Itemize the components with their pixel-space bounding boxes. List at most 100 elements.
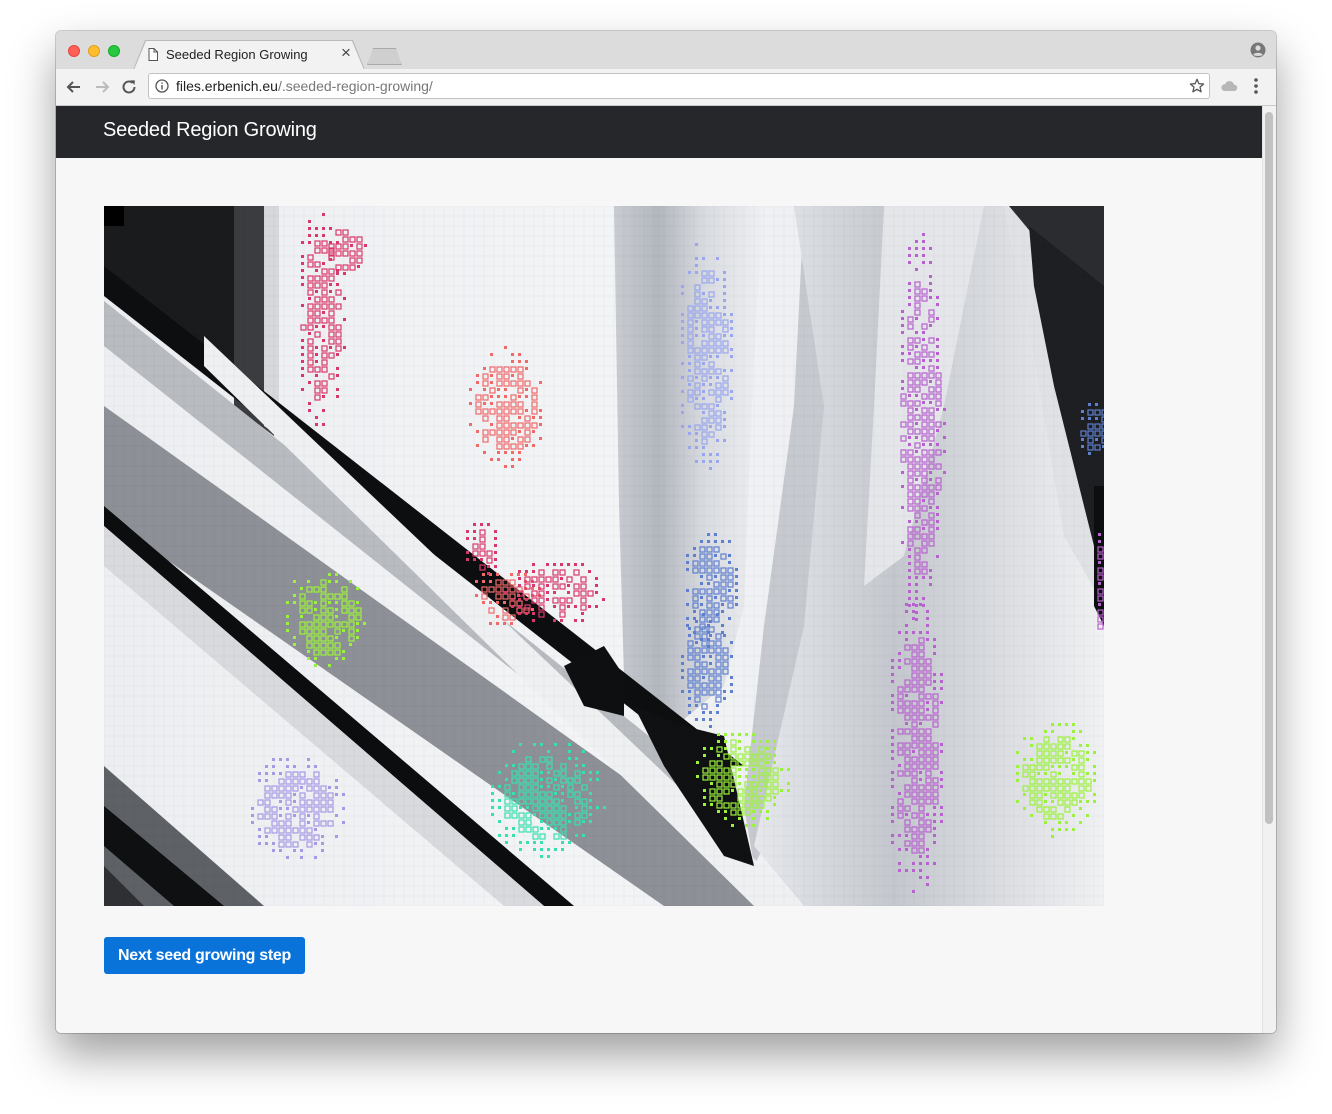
region-pixel bbox=[730, 355, 733, 358]
region-pixel bbox=[505, 834, 508, 837]
region-pixel bbox=[533, 813, 536, 816]
region-pixel bbox=[518, 612, 521, 615]
region-pixel bbox=[533, 848, 536, 851]
region-pixel bbox=[1088, 452, 1091, 455]
region-pixel bbox=[693, 547, 696, 550]
region-pixel bbox=[301, 241, 304, 244]
region-pixel bbox=[919, 771, 922, 774]
region-pixel bbox=[908, 394, 911, 397]
close-window-button[interactable] bbox=[68, 45, 80, 57]
region-pixel bbox=[688, 634, 691, 637]
region-pixel bbox=[518, 570, 521, 573]
region-pixel bbox=[532, 619, 535, 622]
region-pixel bbox=[1051, 835, 1054, 838]
region-pixel bbox=[315, 374, 318, 377]
region-pixel bbox=[518, 395, 521, 398]
kebab-menu-icon[interactable] bbox=[1253, 77, 1259, 95]
region-pixel bbox=[700, 540, 703, 543]
region-pixel bbox=[936, 555, 939, 558]
profile-icon[interactable] bbox=[1250, 42, 1266, 58]
next-seed-step-button[interactable]: Next seed growing step bbox=[104, 937, 305, 974]
region-pixel bbox=[1016, 751, 1019, 754]
region-pixel bbox=[723, 334, 726, 337]
tab-close-icon[interactable]: × bbox=[341, 44, 351, 61]
region-pixel bbox=[314, 601, 317, 604]
region-pixel bbox=[469, 388, 472, 391]
region-pixel bbox=[473, 537, 476, 540]
region-pixel bbox=[505, 764, 508, 767]
region-pixel bbox=[693, 617, 696, 620]
region-pixel bbox=[315, 423, 318, 426]
region-pixel bbox=[735, 568, 738, 571]
region-pixel bbox=[307, 821, 310, 824]
region-pixel bbox=[567, 591, 570, 594]
region-pixel bbox=[329, 258, 332, 261]
navbar-brand[interactable]: Seeded Region Growing bbox=[103, 119, 317, 142]
region-pixel bbox=[915, 317, 918, 320]
region-pixel bbox=[936, 513, 939, 516]
region-pixel bbox=[731, 733, 734, 736]
region-pixel bbox=[717, 754, 720, 757]
region-pixel bbox=[929, 506, 932, 509]
region-pixel bbox=[1072, 723, 1075, 726]
region-pixel bbox=[1058, 772, 1061, 775]
address-bar[interactable]: files.erbenich.eu/.seeded-region-growing… bbox=[148, 73, 1210, 99]
region-pixel bbox=[929, 261, 932, 264]
scrollbar-thumb[interactable] bbox=[1265, 112, 1273, 824]
region-pixel bbox=[258, 835, 261, 838]
region-pixel bbox=[343, 297, 346, 300]
region-pixel bbox=[1072, 828, 1075, 831]
region-pixel bbox=[356, 622, 359, 625]
region-pixel bbox=[724, 740, 727, 743]
region-pixel bbox=[702, 383, 705, 386]
region-pixel bbox=[730, 369, 733, 372]
region-pixel bbox=[787, 789, 790, 792]
forward-arrow-icon[interactable] bbox=[92, 77, 112, 97]
minimize-window-button[interactable] bbox=[88, 45, 100, 57]
region-pixel bbox=[1088, 403, 1091, 406]
region-pixel bbox=[724, 733, 727, 736]
region-pixel bbox=[525, 444, 528, 447]
back-arrow-icon[interactable] bbox=[64, 77, 84, 97]
region-pixel bbox=[525, 409, 528, 412]
region-pixel bbox=[314, 828, 317, 831]
region-pixel bbox=[473, 530, 476, 533]
url-host: files.erbenich.eu bbox=[176, 78, 278, 94]
region-pixel bbox=[723, 306, 726, 309]
region-pixel bbox=[265, 842, 268, 845]
region-pixel bbox=[596, 778, 599, 781]
region-pixel bbox=[912, 890, 915, 893]
region-pixel bbox=[335, 573, 338, 576]
region-pixel bbox=[728, 617, 731, 620]
region-pixel bbox=[469, 402, 472, 405]
region-pixel bbox=[251, 807, 254, 810]
region-pixel bbox=[681, 390, 684, 393]
region-pixel bbox=[490, 353, 493, 356]
region-pixel bbox=[710, 782, 713, 785]
region-pixel bbox=[526, 841, 529, 844]
reload-icon[interactable] bbox=[119, 77, 139, 97]
region-pixel bbox=[561, 785, 564, 788]
maximize-window-button[interactable] bbox=[108, 45, 120, 57]
region-pixel bbox=[293, 594, 296, 597]
region-pixel bbox=[293, 849, 296, 852]
region-pixel bbox=[681, 690, 684, 693]
region-pixel bbox=[905, 869, 908, 872]
region-pixel bbox=[686, 568, 689, 571]
region-pixel bbox=[936, 359, 939, 362]
cloud-icon[interactable] bbox=[1220, 78, 1238, 94]
region-pixel bbox=[466, 551, 469, 554]
star-icon[interactable] bbox=[1189, 78, 1205, 94]
region-pixel bbox=[787, 782, 790, 785]
region-pixel bbox=[693, 554, 696, 557]
region-pixel bbox=[504, 346, 507, 349]
region-pixel bbox=[929, 289, 932, 292]
info-icon[interactable] bbox=[155, 79, 169, 93]
region-pixel bbox=[546, 563, 549, 566]
region-pixel bbox=[554, 848, 557, 851]
region-pixel bbox=[773, 796, 776, 799]
new-tab-button[interactable] bbox=[367, 48, 402, 65]
region-pixel bbox=[575, 757, 578, 760]
region-pixel bbox=[926, 876, 929, 879]
region-pixel bbox=[490, 402, 493, 405]
